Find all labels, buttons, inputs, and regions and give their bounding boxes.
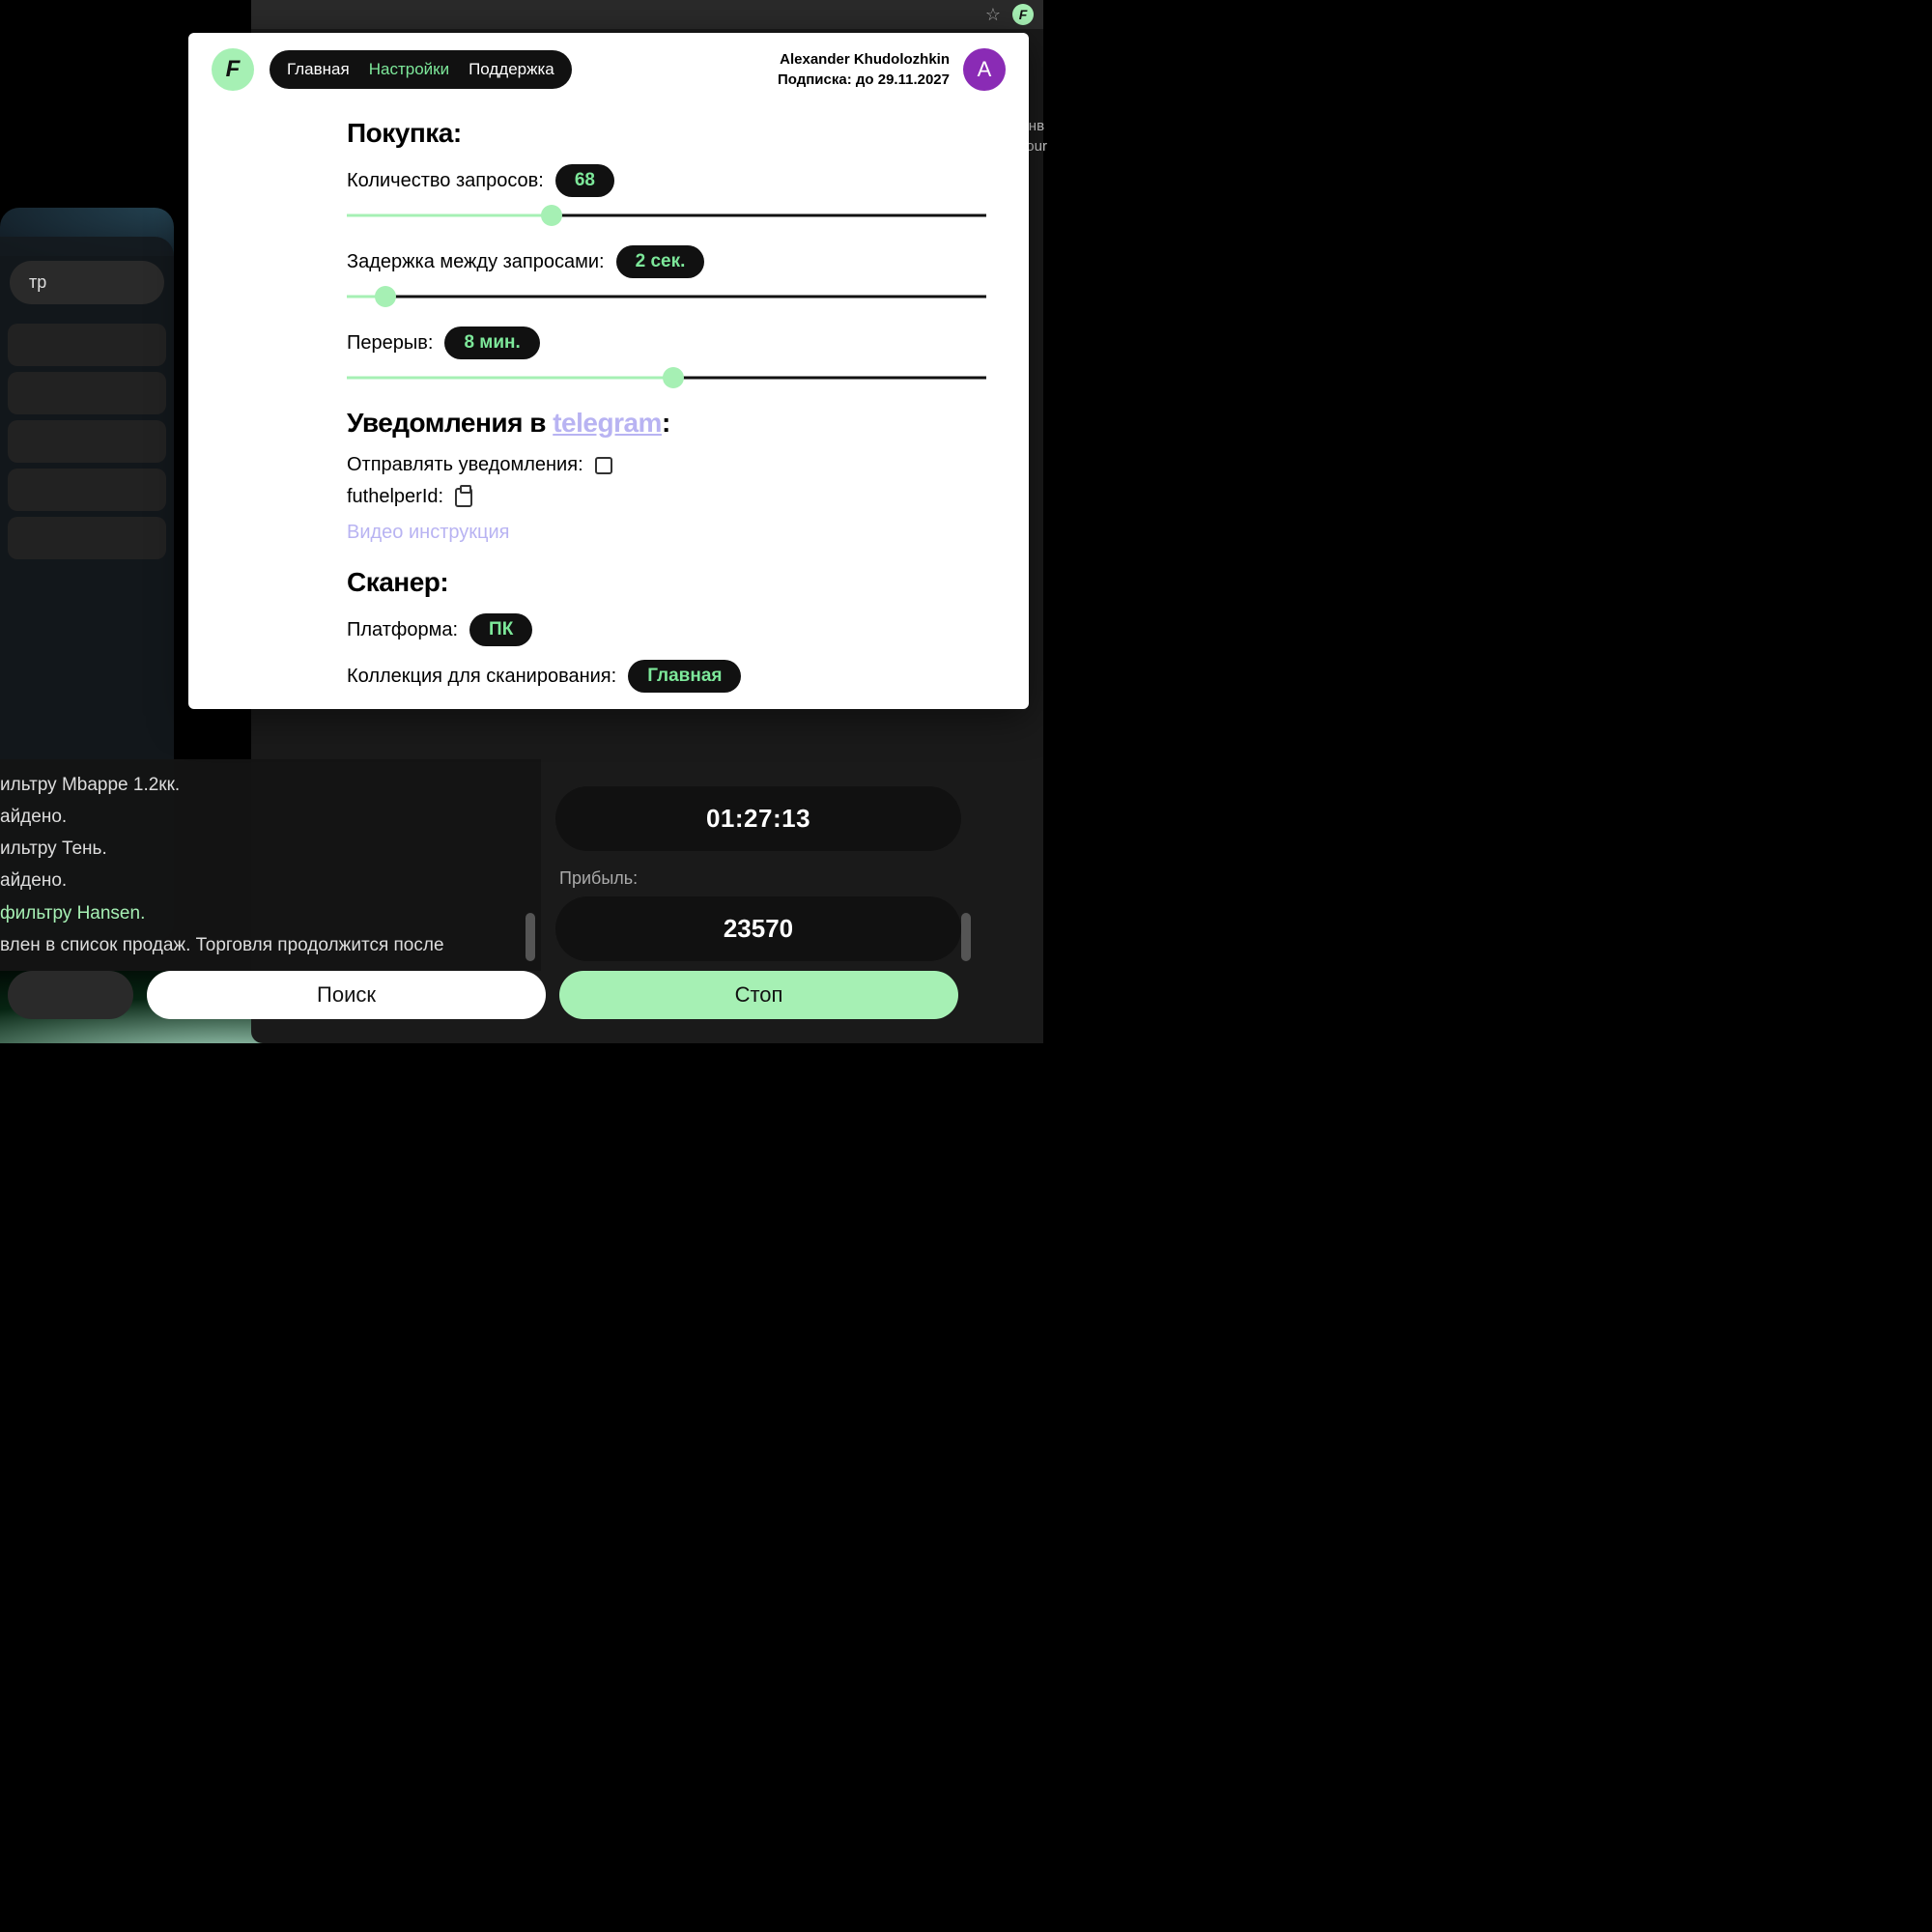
collection-value[interactable]: Главная (628, 660, 741, 693)
user-info: Alexander Khudolozhkin Подписка: до 29.1… (778, 49, 950, 90)
send-notifications-label: Отправлять уведомления: (347, 454, 583, 476)
send-notifications-checkbox[interactable] (595, 457, 612, 474)
break-slider[interactable] (347, 365, 986, 390)
log-line: ильтру Тень. (0, 833, 541, 865)
sidebar-list (0, 324, 174, 559)
app-logo-icon[interactable]: F (212, 48, 254, 91)
clipboard-icon[interactable] (455, 488, 472, 507)
platform-value[interactable]: ПК (469, 613, 532, 646)
log-line: фильтру Hansen. (0, 897, 541, 929)
extension-icon[interactable]: F (1012, 4, 1034, 25)
search-button[interactable]: Поиск (147, 971, 546, 1019)
break-label: Перерыв: (347, 332, 433, 355)
popup-header: F Главная Настройки Поддержка Alexander … (212, 48, 1006, 91)
section-notifications-title: Уведомления в telegram: (347, 408, 986, 439)
list-item[interactable] (8, 372, 166, 414)
log-line: ильтру Mbappe 1.2кк. (0, 769, 541, 801)
bottom-action-bar: Поиск Стоп (0, 966, 966, 1024)
filter-button[interactable]: тр (10, 261, 164, 304)
list-item[interactable] (8, 420, 166, 463)
futhelper-id-label: futhelperId: (347, 486, 443, 508)
requests-label: Количество запросов: (347, 170, 544, 192)
stop-button[interactable]: Стоп (559, 971, 958, 1019)
log-line: айдено. (0, 801, 541, 833)
list-item[interactable] (8, 324, 166, 366)
list-item[interactable] (8, 517, 166, 559)
profit-value: 23570 (555, 896, 961, 961)
log-line: влен в список продаж. Торговля продолжит… (0, 929, 541, 961)
timer-value: 01:27:13 (555, 786, 961, 851)
subscription-info: Подписка: до 29.11.2027 (778, 70, 950, 90)
requests-value: 68 (555, 164, 614, 197)
video-instruction-link[interactable]: Видео инструкция (347, 522, 986, 544)
bookmark-star-icon[interactable]: ☆ (985, 5, 1001, 25)
delay-value: 2 сек. (616, 245, 705, 278)
settings-popup: F Главная Настройки Поддержка Alexander … (188, 33, 1029, 709)
section-purchase-title: Покупка: (347, 118, 986, 149)
section-scanner-title: Сканер: (347, 567, 986, 598)
requests-slider[interactable] (347, 203, 986, 228)
log-panel: ильтру Mbappe 1.2кк.айдено.ильтру Тень.а… (0, 759, 541, 972)
user-name: Alexander Khudolozhkin (778, 49, 950, 70)
scrollbar-thumb[interactable] (526, 913, 535, 961)
delay-label: Задержка между запросами: (347, 251, 605, 273)
delay-slider[interactable] (347, 284, 986, 309)
secondary-button[interactable] (8, 971, 133, 1019)
avatar[interactable]: A (963, 48, 1006, 91)
telegram-link[interactable]: telegram (553, 408, 662, 438)
collection-label: Коллекция для сканирования: (347, 666, 616, 688)
nav-tabs: Главная Настройки Поддержка (270, 50, 572, 89)
platform-label: Платформа: (347, 619, 458, 641)
tab-settings[interactable]: Настройки (369, 60, 449, 79)
break-value: 8 мин. (444, 327, 539, 359)
stats-panel: 01:27:13 Прибыль: 23570 (555, 777, 961, 971)
list-item[interactable] (8, 469, 166, 511)
settings-body: Покупка: Количество запросов: 68 Задержк… (212, 118, 1006, 693)
tab-support[interactable]: Поддержка (469, 60, 554, 79)
browser-toolbar: ☆ F (251, 0, 1043, 29)
scrollbar-thumb[interactable] (961, 913, 971, 961)
profit-label: Прибыль: (559, 868, 961, 889)
tab-home[interactable]: Главная (287, 60, 350, 79)
log-line: айдено. (0, 865, 541, 896)
